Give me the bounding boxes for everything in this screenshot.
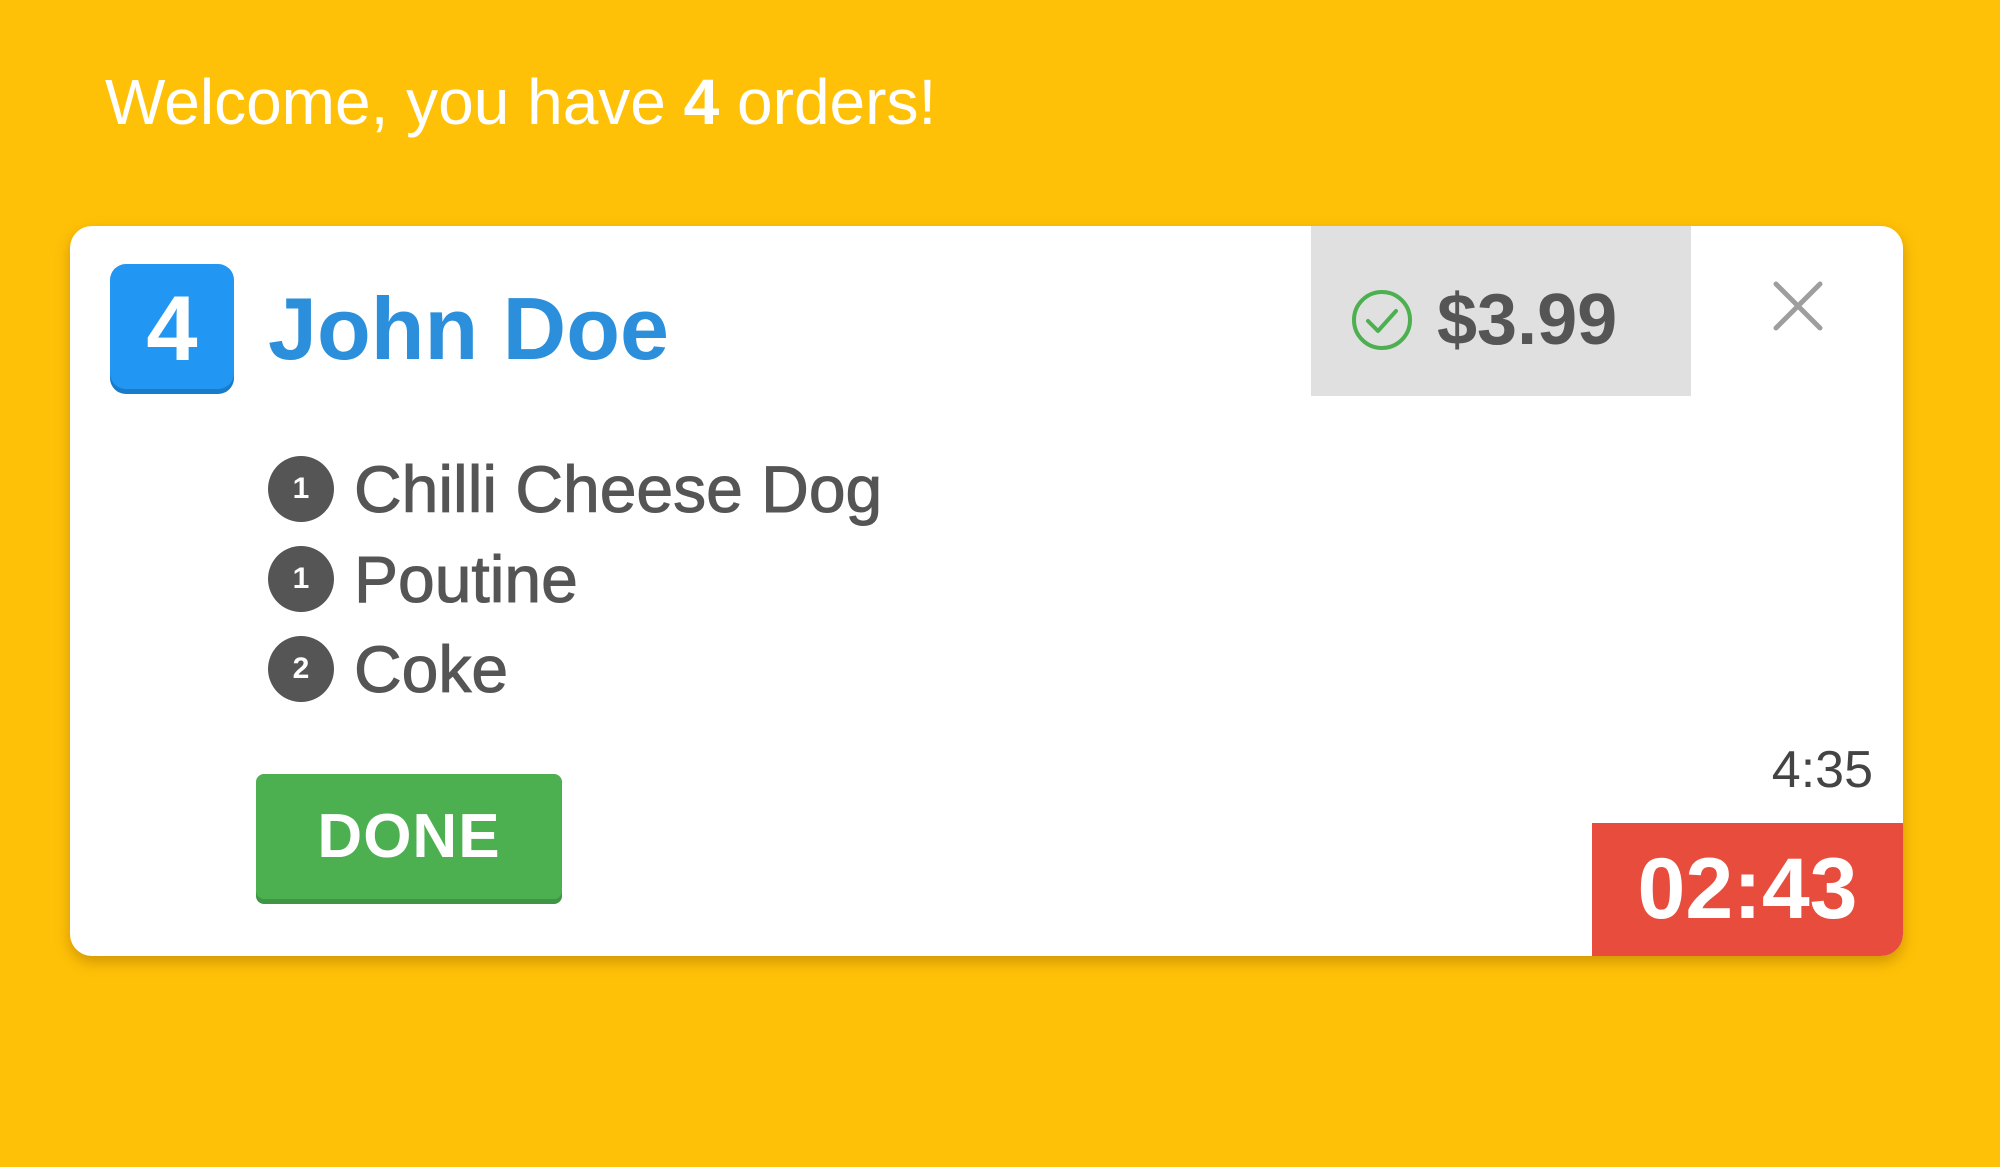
order-price: $3.99 — [1437, 280, 1618, 360]
customer-name: John Doe — [268, 279, 669, 378]
item-quantity-badge: 1 — [268, 456, 334, 522]
order-number-badge: 4 — [110, 264, 234, 394]
close-icon[interactable] — [1770, 278, 1826, 334]
order-time: 4:35 — [1771, 741, 1873, 799]
order-card: 4 John Doe $3.99 1 Chilli Cheese Dog 1 P… — [70, 226, 1903, 956]
item-quantity-badge: 1 — [268, 546, 334, 612]
order-item: 1 Poutine — [268, 534, 882, 624]
item-quantity-badge: 2 — [268, 636, 334, 702]
welcome-suffix: orders! — [719, 66, 937, 138]
elapsed-timer: 02:43 — [1592, 823, 1903, 956]
payment-status: $3.99 — [1311, 226, 1691, 396]
item-name: Poutine — [354, 542, 579, 617]
done-button[interactable]: DONE — [256, 774, 562, 904]
order-item: 1 Chilli Cheese Dog — [268, 444, 883, 534]
order-item: 2 Coke — [268, 624, 882, 714]
welcome-prefix: Welcome, you have — [105, 66, 684, 138]
item-name: Coke — [353, 632, 509, 707]
order-count: 4 — [683, 66, 720, 138]
order-items-list: 1 Chilli Cheese Dog 1 Poutine 2 Coke — [268, 444, 883, 714]
welcome-message: Welcome, you have 4 orders! — [105, 70, 936, 134]
item-name: Chilli Cheese Dog — [353, 452, 883, 527]
check-circle-icon — [1352, 290, 1412, 350]
